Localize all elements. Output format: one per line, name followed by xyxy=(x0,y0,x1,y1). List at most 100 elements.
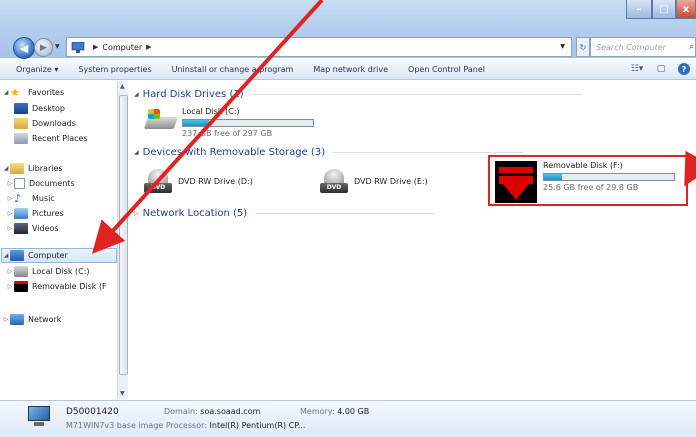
computer-icon xyxy=(26,406,52,426)
nav-network[interactable]: ▷ Network xyxy=(2,312,61,327)
desktop-icon xyxy=(14,103,28,114)
local-disk-icon xyxy=(14,266,28,277)
expand-triangle-icon[interactable]: ▷ xyxy=(6,210,14,217)
nav-downloads[interactable]: Downloads xyxy=(14,116,76,131)
memory-info: Memory: 4.00 GB xyxy=(300,407,370,416)
nav-label: Desktop xyxy=(32,104,65,113)
nav-label: Pictures xyxy=(32,209,64,218)
domain-info: Domain: soa.soaad.com xyxy=(164,407,261,416)
maximize-button[interactable]: □ xyxy=(652,0,676,19)
group-divider xyxy=(333,151,524,153)
nav-removable-disk[interactable]: ▷ Removable Disk (F xyxy=(6,279,107,294)
network-icon xyxy=(10,314,24,325)
view-options-icon[interactable]: ☷▾ xyxy=(630,63,644,75)
nav-label: Recent Places xyxy=(32,134,88,143)
address-bar[interactable]: ▶ Computer ▶ ▼ xyxy=(66,37,572,57)
collapse-triangle-icon[interactable]: ◢ xyxy=(134,91,139,98)
nav-computer[interactable]: ◢ Computer xyxy=(1,248,117,263)
uninstall-program-button[interactable]: Uninstall or change a program xyxy=(172,65,294,74)
collapse-triangle-icon[interactable]: ◢ xyxy=(134,149,139,156)
search-placeholder: Search Computer xyxy=(596,42,666,52)
nav-label: Network xyxy=(28,315,62,324)
address-dropdown-icon[interactable]: ▼ xyxy=(560,43,565,50)
expand-triangle-icon[interactable]: ◢ xyxy=(2,252,10,259)
back-button[interactable]: ◀ xyxy=(13,37,35,59)
nav-music[interactable]: ▷ ♪ Music xyxy=(6,191,55,206)
group-header-label: Devices with Removable Storage (3) xyxy=(142,146,326,158)
scroll-down-icon[interactable]: ▼ xyxy=(120,390,125,397)
nav-label: Libraries xyxy=(28,164,63,173)
nav-label: Downloads xyxy=(32,119,76,128)
navigation-pane: ◢ ★ Favorites Desktop Downloads Recent P… xyxy=(0,81,117,399)
computer-description: M71WIN7v3 base image Processor: Intel(R)… xyxy=(66,421,306,430)
expand-triangle-icon[interactable]: ▷ xyxy=(6,283,14,290)
nav-recent-places[interactable]: Recent Places xyxy=(14,131,88,146)
drive-free-space: 237 GB free of 297 GB xyxy=(182,129,273,138)
drive-d[interactable]: DVD DVD RW Drive (D:) xyxy=(144,169,253,195)
drive-usage-bar xyxy=(182,119,314,127)
scrollbar-thumb[interactable] xyxy=(119,95,128,375)
group-header-label: Network Location (5) xyxy=(142,207,248,219)
annotation-highlight-box xyxy=(488,155,688,206)
drive-name: DVD RW Drive (E:) xyxy=(354,177,428,186)
dvd-drive-icon: DVD xyxy=(320,169,348,195)
nav-documents[interactable]: ▷ Documents xyxy=(6,176,75,191)
nav-label: Local Disk (C:) xyxy=(32,267,90,276)
breadcrumb-chevron-icon[interactable]: ▶ xyxy=(146,43,151,51)
nav-label: Favorites xyxy=(28,88,65,97)
breadcrumb-computer[interactable]: Computer xyxy=(102,43,142,52)
nav-local-disk[interactable]: ▷ Local Disk (C:) xyxy=(6,264,90,279)
help-icon[interactable]: ? xyxy=(678,63,690,75)
nav-label: Videos xyxy=(32,224,59,233)
navigation-scrollbar[interactable]: ▲ ▼ xyxy=(117,81,128,399)
nav-label: Music xyxy=(32,194,55,203)
downloads-folder-icon xyxy=(14,118,28,129)
organize-button[interactable]: Organize ▾ xyxy=(16,65,58,74)
search-icon[interactable]: ⌕ xyxy=(689,42,694,52)
system-properties-button[interactable]: System properties xyxy=(78,65,151,74)
preview-pane-icon[interactable]: ▢ xyxy=(654,63,668,75)
details-pane: D50001420 Domain: soa.soaad.com Memory: … xyxy=(0,400,696,437)
search-input[interactable]: Search Computer ⌕ xyxy=(590,37,696,57)
command-bar: Organize ▾ System properties Uninstall o… xyxy=(0,60,696,80)
pictures-icon xyxy=(14,208,28,219)
nav-pictures[interactable]: ▷ Pictures xyxy=(6,206,64,221)
expand-triangle-icon[interactable]: ◢ xyxy=(2,89,10,96)
drive-name: Local Disk (C:) xyxy=(182,107,240,116)
expand-triangle-icon[interactable]: ▷ xyxy=(6,195,14,202)
expand-triangle-icon[interactable]: ▷ xyxy=(6,225,14,232)
drive-e[interactable]: DVD DVD RW Drive (E:) xyxy=(320,169,428,195)
minimize-button[interactable]: – xyxy=(626,0,652,19)
nav-videos[interactable]: ▷ Videos xyxy=(6,221,59,236)
content-pane: ◢ Hard Disk Drives (1) Local Disk (C:) 2… xyxy=(128,81,696,399)
group-network-location[interactable]: ▷ Network Location (5) xyxy=(134,206,436,220)
close-button[interactable]: x xyxy=(676,0,696,19)
expand-triangle-icon[interactable]: ▷ xyxy=(6,268,14,275)
scroll-up-icon[interactable]: ▲ xyxy=(120,83,125,90)
map-network-drive-button[interactable]: Map network drive xyxy=(313,65,388,74)
nav-libraries[interactable]: ◢ Libraries xyxy=(2,161,63,176)
forward-button[interactable]: ▶ xyxy=(34,38,53,57)
nav-label: Computer xyxy=(28,251,68,260)
expand-triangle-icon[interactable]: ▷ xyxy=(134,210,139,217)
drive-c[interactable]: Local Disk (C:) 237 GB free of 297 GB xyxy=(143,107,314,138)
nav-label: Documents xyxy=(29,179,75,188)
nav-favorites[interactable]: ◢ ★ Favorites xyxy=(2,85,64,100)
open-control-panel-button[interactable]: Open Control Panel xyxy=(408,65,485,74)
nav-desktop[interactable]: Desktop xyxy=(14,101,65,116)
breadcrumb-chevron-icon[interactable]: ▶ xyxy=(93,43,98,51)
refresh-button[interactable]: ↻ xyxy=(576,37,590,57)
group-hard-disk-drives[interactable]: ◢ Hard Disk Drives (1) xyxy=(134,87,582,101)
recent-places-icon xyxy=(14,133,28,144)
expand-triangle-icon[interactable]: ◢ xyxy=(2,165,10,172)
group-divider xyxy=(251,93,582,95)
music-icon: ♪ xyxy=(14,192,22,205)
computer-name: D50001420 xyxy=(66,407,119,417)
expand-triangle-icon[interactable]: ▷ xyxy=(2,316,10,323)
expand-triangle-icon[interactable]: ▷ xyxy=(6,180,14,187)
nav-label: Removable Disk (F xyxy=(32,282,107,291)
window-controls: – □ x xyxy=(626,0,696,20)
group-removable-storage[interactable]: ◢ Devices with Removable Storage (3) xyxy=(134,145,524,159)
recent-pages-chevron-icon[interactable]: ▼ xyxy=(55,43,60,50)
hard-disk-icon xyxy=(143,107,179,133)
